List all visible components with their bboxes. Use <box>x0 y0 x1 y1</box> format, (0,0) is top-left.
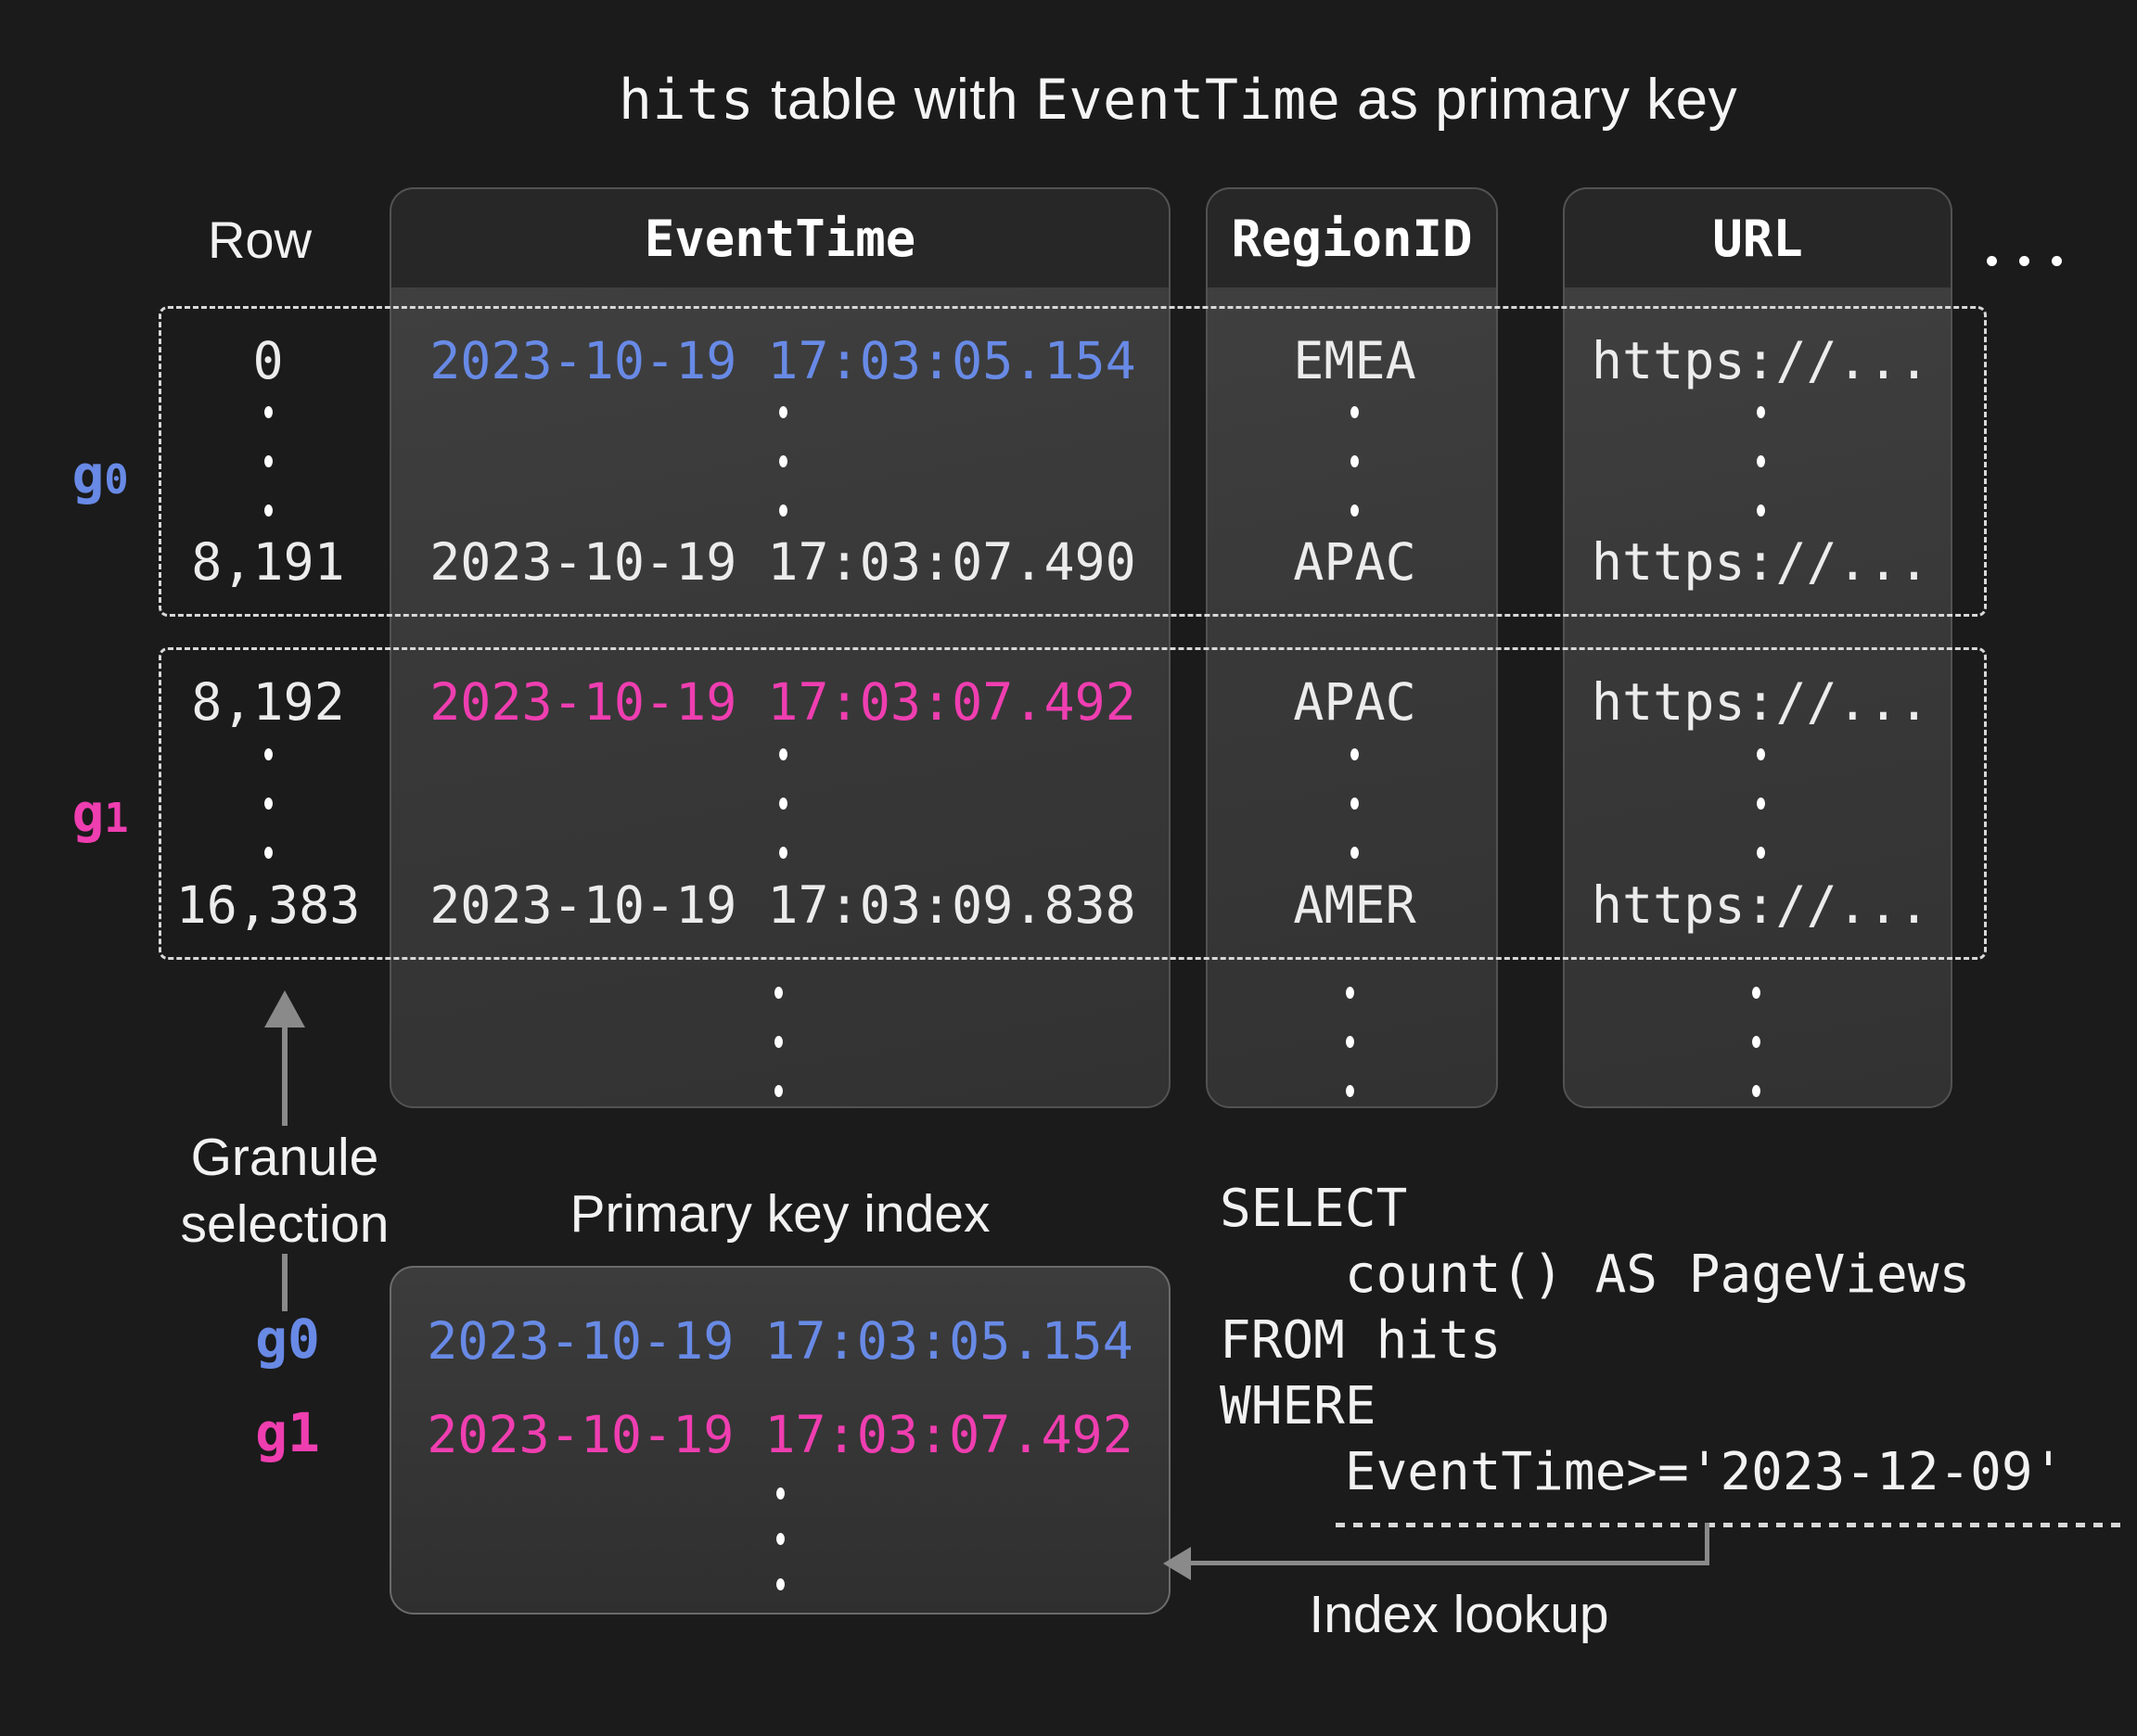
column-header-regionid: RegionID <box>1208 189 1496 287</box>
granule-g0-row-cell: 0 8,191 <box>171 309 365 614</box>
sql-line: SELECT <box>1220 1176 2064 1242</box>
url-value: https://... <box>1592 532 1929 592</box>
granule-selection-arrow-shaft <box>282 1026 288 1126</box>
primary-key-index-box: 2023-10-19 17:03:05.154 2023-10-19 17:03… <box>390 1266 1171 1615</box>
row-number: 0 <box>252 331 283 390</box>
region-value: AMER <box>1293 875 1415 935</box>
granule-label-subscript: 1 <box>104 796 128 842</box>
index-lookup-connector-vertical <box>1705 1523 1709 1565</box>
more-columns-ellipsis-icon <box>1987 256 2062 266</box>
title-eventtime-code: EventTime <box>1035 68 1341 133</box>
vertical-ellipsis-icon <box>1346 987 1354 1097</box>
eventtime-value-max: 2023-10-19 17:03:07.490 <box>429 532 1136 592</box>
sql-query: SELECT count() AS PageViews FROM hits WH… <box>1220 1176 2064 1505</box>
granule-g0-url-cell: https://... https://... <box>1566 309 1955 614</box>
region-value: EMEA <box>1293 331 1415 390</box>
vertical-ellipsis-icon <box>776 1487 785 1590</box>
index-g0-label: g0 <box>232 1311 343 1367</box>
granule-label-base: g <box>255 1308 288 1371</box>
granule-g0-box: 0 8,191 2023-10-19 17:03:05.154 2023-10-… <box>159 306 1987 617</box>
vertical-ellipsis-icon <box>264 406 273 517</box>
primary-key-index-heading: Primary key index <box>390 1183 1171 1245</box>
index-entry-g0-value: 2023-10-19 17:03:05.154 <box>427 1313 1133 1369</box>
region-value: APAC <box>1293 532 1415 592</box>
eventtime-value-min: 2023-10-19 17:03:07.492 <box>429 672 1136 732</box>
left-arrowhead-icon <box>1163 1547 1191 1580</box>
granule-g0-label: g0 <box>49 443 151 506</box>
vertical-ellipsis-icon <box>1350 748 1359 859</box>
granule-label-subscript: 1 <box>288 1401 320 1464</box>
index-lookup-connector-horizontal <box>1187 1561 1707 1565</box>
granule-label-base: g <box>71 782 104 845</box>
vertical-ellipsis-icon <box>779 406 787 517</box>
row-number: 16,383 <box>176 875 361 935</box>
url-value: https://... <box>1592 331 1929 390</box>
row-number: 8,191 <box>191 532 345 592</box>
up-arrowhead-icon <box>264 990 305 1028</box>
granule-g1-region-cell: APAC AMER <box>1209 650 1501 957</box>
index-entry-g1-value: 2023-10-19 17:03:07.492 <box>427 1407 1133 1462</box>
granule-g1-box: 8,192 16,383 2023-10-19 17:03:07.492 202… <box>159 647 1987 960</box>
granule-g1-row-cell: 8,192 16,383 <box>171 650 365 957</box>
vertical-ellipsis-icon <box>1752 987 1760 1097</box>
eventtime-value-min: 2023-10-19 17:03:05.154 <box>429 331 1136 390</box>
row-column-header: Row <box>186 210 334 270</box>
sql-line: count() AS PageViews <box>1220 1242 2064 1308</box>
diagram-title: hits table with EventTime as primary key <box>219 67 2137 133</box>
granule-label-base: g <box>255 1401 288 1464</box>
granule-label-subscript: 0 <box>104 457 128 504</box>
granule-selection-arrow-tail <box>282 1254 288 1311</box>
column-header-eventtime: EventTime <box>391 189 1169 287</box>
granule-g1-url-cell: https://... https://... <box>1566 650 1955 957</box>
granule-g1-label: g1 <box>49 782 151 845</box>
region-value: APAC <box>1293 672 1415 732</box>
granule-g0-region-cell: EMEA APAC <box>1209 309 1501 614</box>
vertical-ellipsis-icon <box>1757 406 1765 517</box>
url-value: https://... <box>1592 672 1929 732</box>
sql-line: FROM hits <box>1220 1308 2064 1373</box>
granule-g0-eventtime-cell: 2023-10-19 17:03:05.154 2023-10-19 17:03… <box>392 309 1173 614</box>
row-number: 8,192 <box>191 672 345 732</box>
index-lookup-label: Index lookup <box>1273 1584 1644 1645</box>
index-g1-label: g1 <box>232 1405 343 1461</box>
vertical-ellipsis-icon <box>774 987 783 1097</box>
sql-line: EventTime>='2023-12-09' <box>1220 1439 2064 1505</box>
where-clause-underline <box>1336 1523 2126 1527</box>
url-value: https://... <box>1592 875 1929 935</box>
column-header-url: URL <box>1565 189 1951 287</box>
vertical-ellipsis-icon <box>1350 406 1359 517</box>
sql-line: WHERE <box>1220 1373 2064 1439</box>
eventtime-value-max: 2023-10-19 17:03:09.838 <box>429 875 1136 935</box>
title-text-2: as primary key <box>1340 68 1737 132</box>
title-text-1: table with <box>754 68 1034 132</box>
granule-g1-eventtime-cell: 2023-10-19 17:03:07.492 2023-10-19 17:03… <box>392 650 1173 957</box>
title-hits-code: hits <box>619 68 755 133</box>
vertical-ellipsis-icon <box>779 748 787 859</box>
vertical-ellipsis-icon <box>1757 748 1765 859</box>
vertical-ellipsis-icon <box>264 748 273 859</box>
granule-label-base: g <box>71 443 104 506</box>
granule-label-subscript: 0 <box>288 1308 320 1371</box>
